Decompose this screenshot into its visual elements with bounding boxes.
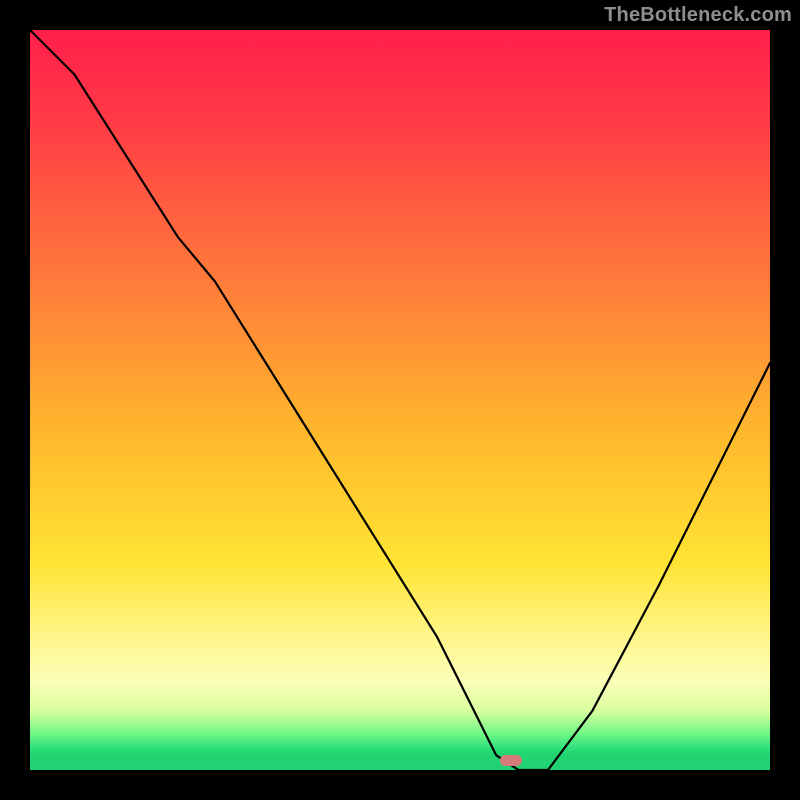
bottleneck-curve [30,30,770,770]
watermark-text: TheBottleneck.com [604,4,792,27]
chart-stage: TheBottleneck.com [0,0,800,800]
optimal-marker [500,755,522,766]
plot-area [30,30,770,770]
